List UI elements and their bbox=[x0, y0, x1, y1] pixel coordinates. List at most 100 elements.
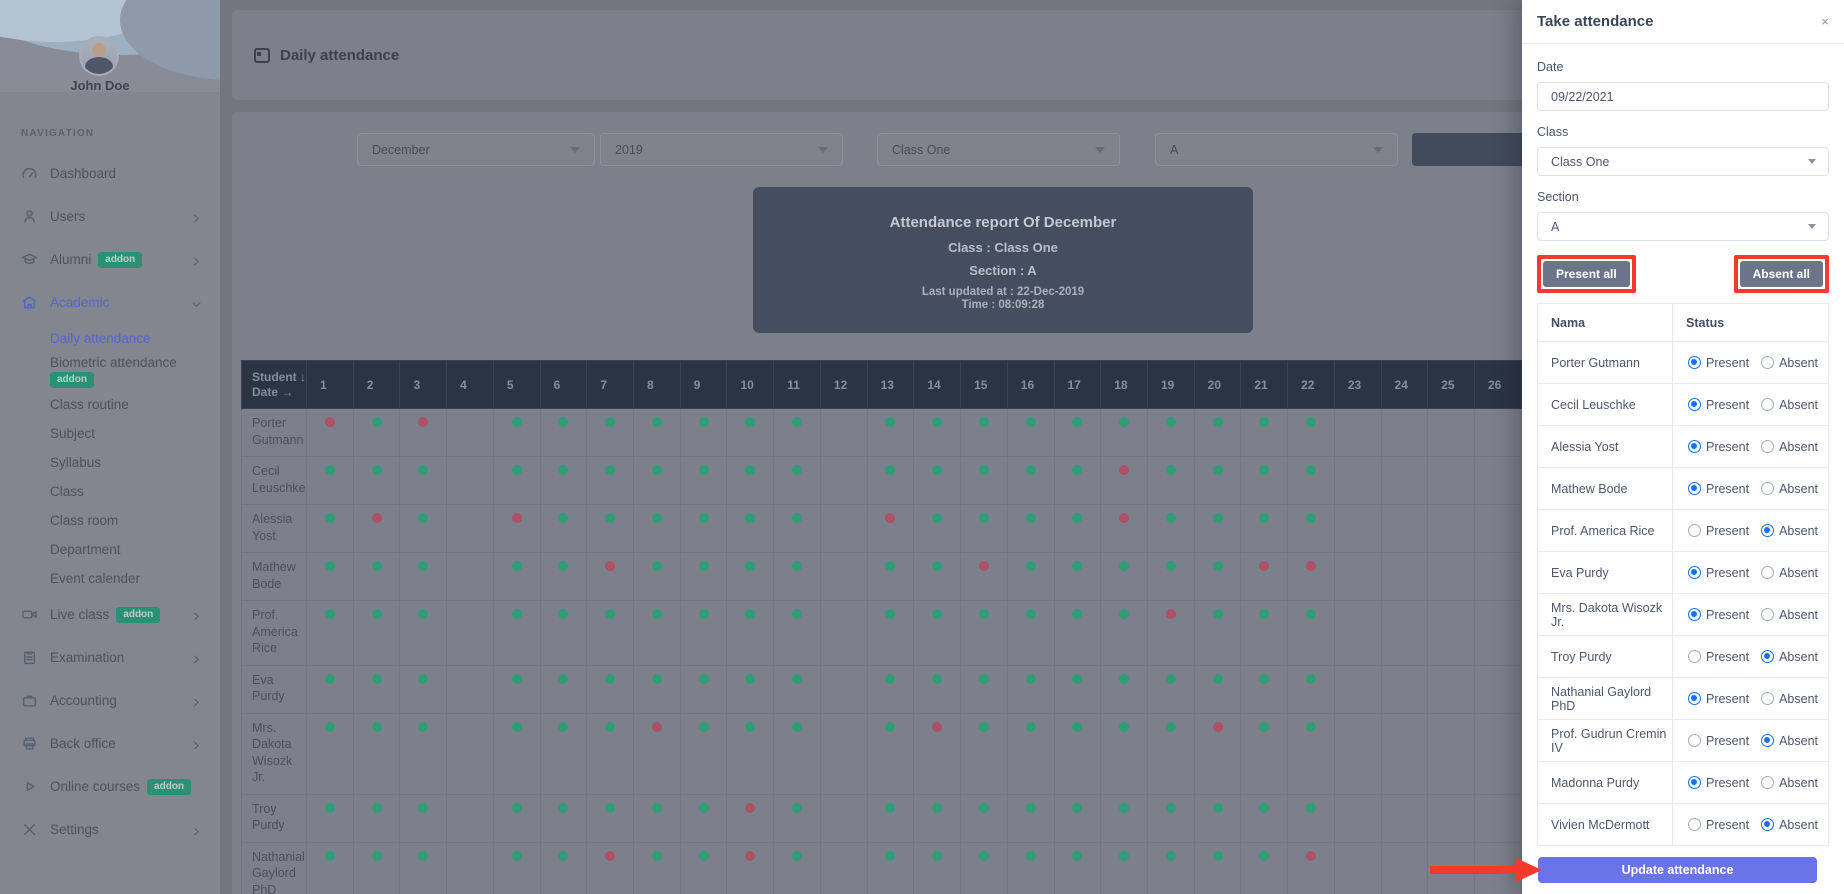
date-input[interactable]: 09/22/2021 bbox=[1537, 82, 1829, 111]
month-filter-select[interactable]: December bbox=[357, 133, 595, 166]
sidebar-subitem-class-routine[interactable]: Class routine bbox=[0, 390, 220, 419]
present-radio[interactable] bbox=[1687, 608, 1701, 621]
absent-radio[interactable] bbox=[1761, 440, 1775, 453]
filter-action-button-partially-hidden[interactable] bbox=[1412, 133, 1530, 166]
class-filter-select[interactable]: Class One bbox=[877, 133, 1120, 166]
present-dot bbox=[306, 600, 354, 666]
section-select[interactable]: A bbox=[1537, 212, 1829, 241]
class-select[interactable]: Class One bbox=[1537, 147, 1829, 176]
present-radio-group[interactable]: Present bbox=[1687, 440, 1749, 454]
empty-day-cell bbox=[1473, 664, 1523, 714]
sidebar-subitem-department[interactable]: Department bbox=[0, 535, 220, 564]
sidebar-item-live-class[interactable]: Live class addon bbox=[0, 593, 220, 636]
sidebar-subitem-event-calender[interactable]: Event calender bbox=[0, 564, 220, 593]
absent-radio-label: Absent bbox=[1779, 523, 1818, 538]
present-radio-group[interactable]: Present bbox=[1687, 650, 1749, 664]
present-dot bbox=[633, 664, 681, 714]
student-name: Mrs. Dakota Wisozk Jr. bbox=[241, 712, 307, 795]
sidebar-item-alumni[interactable]: Alumni addon bbox=[0, 238, 220, 281]
absent-all-button[interactable]: Absent all bbox=[1739, 261, 1823, 287]
present-radio[interactable] bbox=[1687, 650, 1701, 663]
sidebar-item-users[interactable]: Users bbox=[0, 195, 220, 238]
absent-radio-group[interactable]: Absent bbox=[1761, 566, 1818, 580]
section-filter-select[interactable]: A bbox=[1155, 133, 1398, 166]
sidebar-subitem-syllabus[interactable]: Syllabus bbox=[0, 448, 220, 477]
present-radio-group[interactable]: Present bbox=[1687, 608, 1749, 622]
absent-radio-label: Absent bbox=[1779, 649, 1818, 664]
present-radio[interactable] bbox=[1687, 566, 1701, 579]
sidebar-subitem-biometric-attendance[interactable]: Biometric attendance addon bbox=[0, 353, 220, 390]
absent-radio-group[interactable]: Absent bbox=[1761, 776, 1818, 790]
present-dot bbox=[1100, 552, 1148, 601]
absent-radio[interactable] bbox=[1761, 734, 1775, 747]
sidebar-item-dashboard[interactable]: Dashboard bbox=[0, 152, 220, 195]
absent-radio-group[interactable]: Absent bbox=[1761, 398, 1818, 412]
absent-radio[interactable] bbox=[1761, 776, 1775, 789]
absent-radio[interactable] bbox=[1761, 482, 1775, 495]
present-dot bbox=[633, 504, 681, 553]
absent-radio[interactable] bbox=[1761, 398, 1775, 411]
absent-radio[interactable] bbox=[1761, 356, 1775, 369]
present-radio[interactable] bbox=[1687, 776, 1701, 789]
present-radio-group[interactable]: Present bbox=[1687, 524, 1749, 538]
sidebar-item-examination[interactable]: Examination bbox=[0, 636, 220, 679]
absent-radio-group[interactable]: Absent bbox=[1761, 608, 1818, 622]
present-radio-group[interactable]: Present bbox=[1687, 566, 1749, 580]
present-radio-group[interactable]: Present bbox=[1687, 818, 1749, 832]
absent-radio-group[interactable]: Absent bbox=[1761, 818, 1818, 832]
absent-radio[interactable] bbox=[1761, 818, 1775, 831]
student-name: Porter Gutmann bbox=[241, 408, 307, 457]
absent-radio-group[interactable]: Absent bbox=[1761, 440, 1818, 454]
absent-radio-group[interactable]: Absent bbox=[1761, 356, 1818, 370]
present-dot bbox=[773, 793, 821, 843]
present-radio-group[interactable]: Present bbox=[1687, 776, 1749, 790]
absent-radio[interactable] bbox=[1761, 650, 1775, 663]
present-dot bbox=[306, 504, 354, 553]
absent-radio[interactable] bbox=[1761, 692, 1775, 705]
present-dot bbox=[773, 408, 821, 457]
update-attendance-button[interactable]: Update attendance bbox=[1538, 857, 1817, 883]
absent-radio[interactable] bbox=[1761, 566, 1775, 579]
sidebar-item-accounting[interactable]: Accounting bbox=[0, 679, 220, 722]
present-radio-group[interactable]: Present bbox=[1687, 398, 1749, 412]
absent-radio-group[interactable]: Absent bbox=[1761, 482, 1818, 496]
present-radio[interactable] bbox=[1687, 692, 1701, 705]
present-radio[interactable] bbox=[1687, 818, 1701, 831]
absent-radio-group[interactable]: Absent bbox=[1761, 692, 1818, 706]
absent-radio[interactable] bbox=[1761, 524, 1775, 537]
present-dot bbox=[586, 408, 635, 457]
present-radio[interactable] bbox=[1687, 524, 1701, 537]
bank-icon bbox=[21, 294, 38, 311]
present-radio-group[interactable]: Present bbox=[1687, 482, 1749, 496]
sidebar-item-academic[interactable]: Academic bbox=[0, 281, 220, 324]
present-radio-group[interactable]: Present bbox=[1687, 356, 1749, 370]
empty-day-cell bbox=[1380, 664, 1429, 714]
empty-day-cell bbox=[446, 841, 494, 894]
absent-radio-group[interactable]: Absent bbox=[1761, 524, 1818, 538]
present-radio[interactable] bbox=[1687, 356, 1701, 369]
sidebar-item-settings[interactable]: Settings bbox=[0, 808, 220, 851]
absent-radio-group[interactable]: Absent bbox=[1761, 650, 1818, 664]
present-dot bbox=[1100, 664, 1148, 714]
empty-day-cell bbox=[1380, 552, 1429, 601]
present-dot bbox=[960, 600, 1008, 666]
sidebar-subitem-class[interactable]: Class bbox=[0, 477, 220, 506]
present-all-button[interactable]: Present all bbox=[1543, 261, 1630, 287]
sidebar-subitem-subject[interactable]: Subject bbox=[0, 419, 220, 448]
present-radio[interactable] bbox=[1687, 734, 1701, 747]
roster-student-name: Eva Purdy bbox=[1537, 551, 1673, 594]
student-name: Prof. America Rice bbox=[241, 600, 307, 666]
present-radio-group[interactable]: Present bbox=[1687, 692, 1749, 706]
year-filter-select[interactable]: 2019 bbox=[600, 133, 843, 166]
close-icon[interactable]: × bbox=[1816, 13, 1834, 31]
sidebar-subitem-daily-attendance[interactable]: Daily attendance bbox=[0, 324, 220, 353]
absent-radio-group[interactable]: Absent bbox=[1761, 734, 1818, 748]
sidebar-item-back-office[interactable]: Back office bbox=[0, 722, 220, 765]
present-radio[interactable] bbox=[1687, 482, 1701, 495]
sidebar-subitem-class-room[interactable]: Class room bbox=[0, 506, 220, 535]
sidebar-item-online-courses[interactable]: Online courses addon bbox=[0, 765, 220, 808]
present-radio-group[interactable]: Present bbox=[1687, 734, 1749, 748]
present-radio[interactable] bbox=[1687, 398, 1701, 411]
present-radio[interactable] bbox=[1687, 440, 1701, 453]
absent-radio[interactable] bbox=[1761, 608, 1775, 621]
